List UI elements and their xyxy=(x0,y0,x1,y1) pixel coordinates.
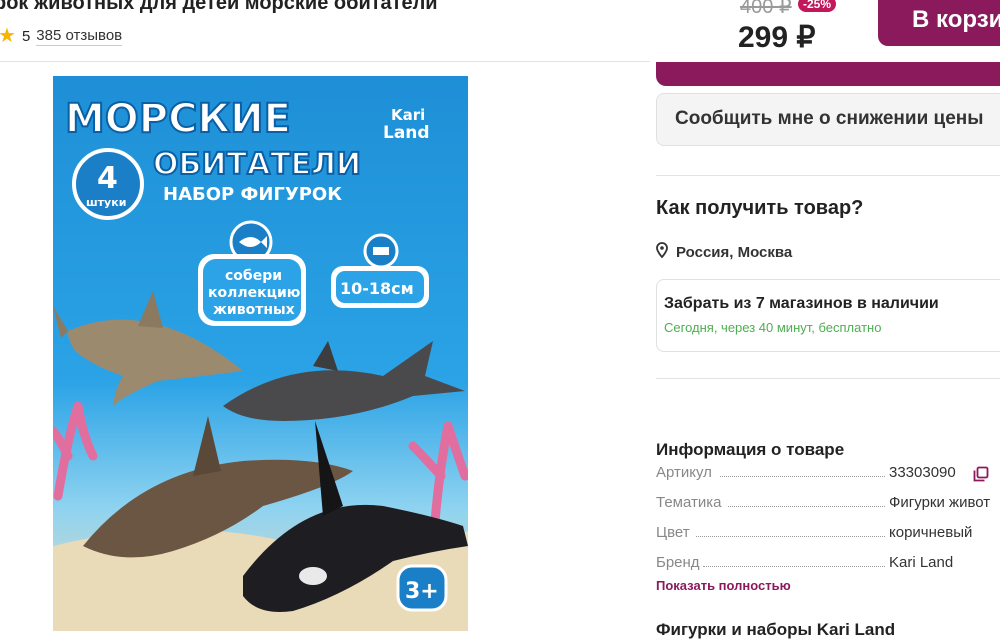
spec-row-brand: Бренд Kari Land xyxy=(656,554,1000,576)
current-price: 299 ₽ xyxy=(738,21,816,54)
add-to-cart-button[interactable]: В корзи xyxy=(878,0,1000,46)
buy-button-bar[interactable] xyxy=(656,62,1000,86)
product-title: рок животных для детей морские обитатели xyxy=(0,0,438,14)
pickup-option[interactable]: Забрать из 7 магазинов в наличии Сегодня… xyxy=(656,279,1000,352)
size-badge-text: 10-18см xyxy=(340,279,414,298)
count-label: штуки xyxy=(86,196,126,209)
badge-line3: животных xyxy=(213,302,295,318)
age-badge-text: 3+ xyxy=(405,579,439,604)
image-subtitle: НАБОР ФИГУРОК xyxy=(163,184,342,205)
delivery-heading: Как получить товар? xyxy=(656,197,864,219)
divider xyxy=(656,378,1000,379)
reviews-link[interactable]: 385 отзывов xyxy=(36,27,123,46)
spec-value: Фигурки живот xyxy=(889,494,991,511)
spec-leader xyxy=(703,566,885,567)
spec-row-color: Цвет коричневый xyxy=(656,524,1000,546)
badge-line2: коллекцию xyxy=(208,285,300,301)
price-drop-notify-button[interactable]: Сообщить мне о снижении цены xyxy=(656,93,1000,146)
spec-label: Цвет xyxy=(656,524,690,541)
spec-row-article: Артикул 33303090 xyxy=(656,464,1000,486)
copy-icon[interactable] xyxy=(973,466,989,486)
product-image[interactable]: МОРСКИЕ ОБИТАТЕЛИ НАБОР ФИГУРОК Kari Lan… xyxy=(53,76,468,631)
spec-row-theme: Тематика Фигурки живот xyxy=(656,494,1000,516)
spec-value: коричневый xyxy=(889,524,973,541)
spec-leader xyxy=(728,506,885,507)
count-number: 4 xyxy=(97,161,118,196)
old-price: 400 ₽ xyxy=(740,0,792,18)
spec-label: Тематика xyxy=(656,494,722,511)
image-title-line1: МОРСКИЕ xyxy=(65,96,291,142)
pickup-title: Забрать из 7 магазинов в наличии xyxy=(664,295,939,312)
rating-summary: ★ 5 385 отзывов xyxy=(0,25,123,47)
spec-label: Бренд xyxy=(656,554,700,571)
spec-value: Kari Land xyxy=(889,554,954,571)
pickup-subtitle: Сегодня, через 40 минут, бесплатно xyxy=(664,320,882,335)
image-brand-line2: Land xyxy=(383,123,430,143)
location-pin-icon xyxy=(656,242,668,262)
divider xyxy=(656,175,1000,176)
spec-leader xyxy=(720,476,885,477)
location-selector[interactable]: Россия, Москва xyxy=(656,242,792,262)
spec-value: 33303090 xyxy=(889,464,956,481)
spec-label: Артикул xyxy=(656,464,712,481)
image-brand-line1: Kari xyxy=(391,106,425,124)
product-info-heading: Информация о товаре xyxy=(656,440,845,459)
show-more-link[interactable]: Показать полностью xyxy=(656,578,791,593)
header-divider xyxy=(0,61,650,62)
spec-leader xyxy=(696,536,885,537)
related-heading: Фигурки и наборы Kari Land xyxy=(656,620,896,639)
discount-badge: -25% xyxy=(798,0,837,12)
badge-line1: собери xyxy=(225,268,282,284)
rating-value: 5 xyxy=(21,27,31,45)
image-title-line2: ОБИТАТЕЛИ xyxy=(153,147,361,182)
star-icon: ★ xyxy=(0,25,16,47)
location-label: Россия, Москва xyxy=(676,243,793,261)
